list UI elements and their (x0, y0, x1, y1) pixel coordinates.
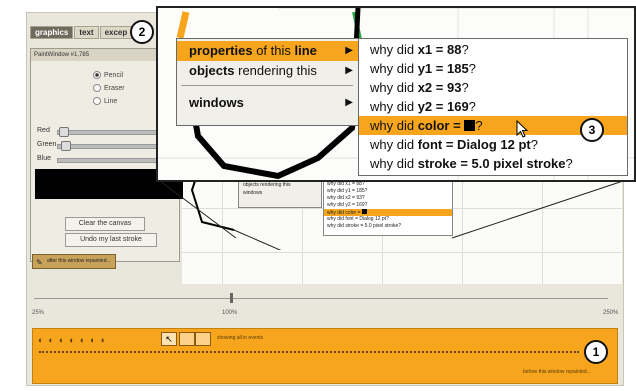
callout-badge-3: 3 (580, 118, 604, 142)
callout-badge-1: 1 (584, 340, 608, 364)
menu-item-properties[interactable]: properties of this line ▶ (177, 41, 359, 61)
submenu-arrow-icon: ▶ (345, 65, 353, 76)
callout-badge-2: 2 (130, 20, 154, 44)
events-label: showing all in events (217, 335, 264, 341)
event-marker-icon: ◖◖◖◖◖◖◖ (37, 335, 111, 345)
event-track (39, 351, 579, 356)
submenu-item-x2[interactable]: why did x2 = 93? (359, 78, 627, 97)
event-timeline-strip[interactable]: ◖◖◖◖◖◖◖ ↖ showing all in events before t… (32, 328, 618, 384)
color-swatch-icon (464, 120, 476, 131)
filter-icon[interactable] (179, 332, 195, 346)
why-submenu: why did x1 = 88? why did y1 = 185? why d… (358, 38, 628, 176)
menu-item-windows[interactable]: windows ▶ (177, 93, 359, 113)
submenu-item-x1[interactable]: why did x1 = 88? (359, 40, 627, 59)
submenu-item-stroke[interactable]: why did stroke = 5.0 pixel stroke? (359, 154, 627, 173)
submenu-arrow-icon: ▶ (345, 97, 353, 108)
strip-status: before this window repainted... (523, 369, 591, 375)
timeline-handle[interactable] (230, 293, 233, 303)
submenu-arrow-icon: ▶ (345, 45, 353, 56)
context-menu: properties of this line ▶ objects render… (176, 38, 360, 126)
submenu-item-y2[interactable]: why did y2 = 169? (359, 97, 627, 116)
cursor-icon[interactable]: ↖ (161, 332, 177, 346)
mouse-cursor-icon (516, 120, 529, 138)
timeline-right-label: 250% (603, 310, 619, 316)
timeline-mid-label: 100% (222, 310, 238, 316)
menu-divider (181, 85, 353, 86)
filter-icon[interactable] (195, 332, 211, 346)
timeline-left-label: 25% (32, 310, 45, 316)
menu-item-objects[interactable]: objects rendering this ▶ (177, 61, 359, 81)
timeline-track[interactable] (34, 298, 608, 299)
submenu-item-y1[interactable]: why did y1 = 185? (359, 59, 627, 78)
